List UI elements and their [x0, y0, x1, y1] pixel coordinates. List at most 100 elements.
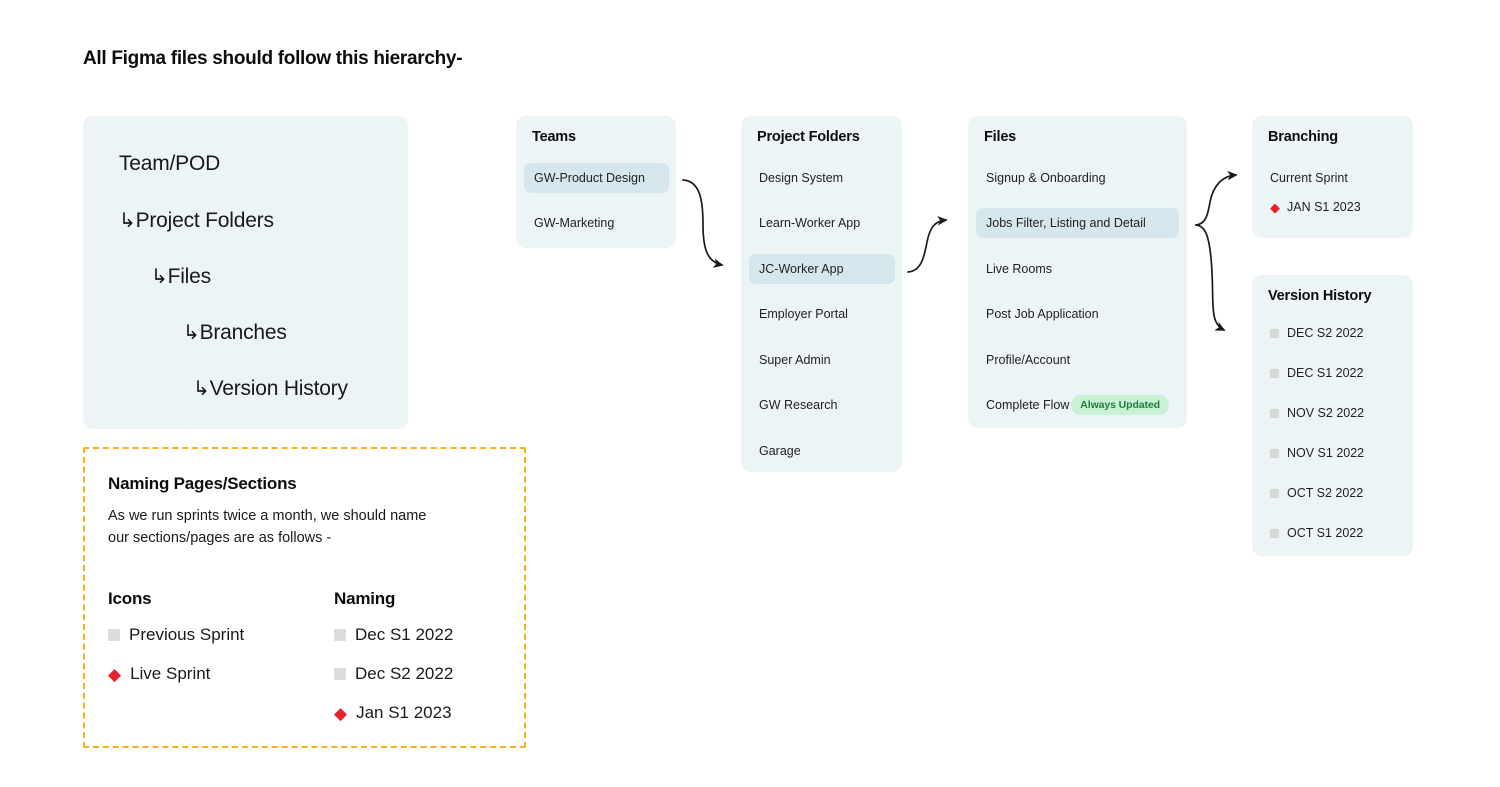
naming-example-label-0: Dec S1 2022 — [355, 625, 454, 644]
naming-example-label-1: Dec S2 2022 — [355, 664, 454, 683]
branching-item-label: Current Sprint — [1270, 171, 1348, 185]
teams-item-label: GW-Product Design — [534, 171, 645, 185]
files-card: Files Signup & Onboarding Jobs Filter, L… — [968, 116, 1187, 428]
gray-square-icon — [1270, 528, 1279, 538]
hierarchy-label-4: Version History — [209, 377, 348, 400]
project-folder-item-design-system[interactable]: Design System — [749, 163, 895, 193]
project-folder-item-garage[interactable]: Garage — [749, 436, 895, 466]
file-item-complete-flow[interactable]: Complete Flow Always Updated — [976, 390, 1179, 420]
version-history-item-5[interactable]: OCT S1 2022 — [1260, 518, 1406, 548]
version-history-card: Version History DEC S2 2022 DEC S1 2022 … — [1252, 275, 1413, 556]
hierarchy-panel: Team/POD ↳Project Folders ↳Files ↳Branch… — [83, 116, 408, 429]
hierarchy-item-1: ↳Project Folders — [119, 208, 274, 233]
naming-column-heading: Naming — [334, 589, 396, 608]
naming-example-row-2: ◆ Jan S1 2023 — [334, 703, 452, 723]
gray-square-icon — [334, 629, 346, 641]
version-history-item-label: DEC S2 2022 — [1287, 326, 1364, 340]
version-history-item-label: NOV S2 2022 — [1287, 406, 1365, 420]
version-history-item-label: NOV S1 2022 — [1287, 446, 1365, 460]
naming-description: As we run sprints twice a month, we shou… — [108, 508, 427, 546]
version-history-item-0[interactable]: DEC S2 2022 — [1260, 318, 1406, 348]
hierarchy-arrow-2: ↳ — [151, 266, 168, 288]
naming-example-label-2: Jan S1 2023 — [356, 703, 452, 722]
project-folders-card-title: Project Folders — [757, 129, 860, 145]
version-history-item-2[interactable]: NOV S2 2022 — [1260, 398, 1406, 428]
hierarchy-item-0: Team/POD — [119, 152, 220, 176]
hierarchy-item-2: ↳Files — [151, 264, 211, 289]
diagram-canvas: All Figma files should follow this hiera… — [0, 0, 1500, 787]
branching-item-jan-s1-2023[interactable]: ◆ JAN S1 2023 — [1260, 192, 1406, 222]
status-badge-always-updated: Always Updated — [1071, 395, 1169, 415]
hierarchy-item-3: ↳Branches — [183, 320, 287, 345]
file-item-label: Jobs Filter, Listing and Detail — [986, 216, 1146, 230]
teams-item-label: GW-Marketing — [534, 216, 615, 230]
hierarchy-arrow-3: ↳ — [183, 322, 200, 344]
gray-square-icon — [1270, 328, 1279, 338]
connector-files-to-branching — [1195, 170, 1238, 226]
teams-item-gw-marketing[interactable]: GW-Marketing — [524, 208, 669, 238]
project-folder-item-label: Super Admin — [759, 353, 831, 367]
version-history-item-label: OCT S1 2022 — [1287, 526, 1364, 540]
project-folder-item-learn-worker-app[interactable]: Learn-Worker App — [749, 208, 895, 238]
connector-files-to-version-history — [1195, 224, 1226, 331]
icons-column-heading: Icons — [108, 589, 152, 608]
project-folder-item-label: GW Research — [759, 398, 838, 412]
hierarchy-arrow-1: ↳ — [119, 210, 136, 232]
file-item-jobs-filter-listing-detail[interactable]: Jobs Filter, Listing and Detail — [976, 208, 1179, 238]
connector-teams-to-folders — [682, 179, 724, 268]
gray-square-icon — [1270, 368, 1279, 378]
icon-legend-row-0: Previous Sprint — [108, 625, 244, 645]
gray-square-icon — [1270, 448, 1279, 458]
project-folder-item-label: Garage — [759, 444, 801, 458]
file-item-post-job-application[interactable]: Post Job Application — [976, 299, 1179, 329]
file-item-live-rooms[interactable]: Live Rooms — [976, 254, 1179, 284]
file-item-label: Post Job Application — [986, 307, 1099, 321]
project-folder-item-label: JC-Worker App — [759, 262, 844, 276]
file-item-label: Signup & Onboarding — [986, 171, 1106, 185]
naming-example-row-0: Dec S1 2022 — [334, 625, 453, 645]
connector-folders-to-files — [907, 216, 948, 273]
hierarchy-label-2: Files — [167, 265, 212, 288]
version-history-item-label: OCT S2 2022 — [1287, 486, 1364, 500]
branching-card-title: Branching — [1268, 129, 1338, 145]
branching-card: Branching Current Sprint ◆ JAN S1 2023 — [1252, 116, 1413, 238]
branching-item-label: JAN S1 2023 — [1287, 200, 1361, 214]
icon-legend-label-0: Previous Sprint — [129, 625, 245, 644]
hierarchy-label-3: Branches — [199, 321, 287, 344]
project-folder-item-super-admin[interactable]: Super Admin — [749, 345, 895, 375]
file-item-signup-onboarding[interactable]: Signup & Onboarding — [976, 163, 1179, 193]
gray-square-icon — [1270, 488, 1279, 498]
project-folder-item-employer-portal[interactable]: Employer Portal — [749, 299, 895, 329]
version-history-item-1[interactable]: DEC S1 2022 — [1260, 358, 1406, 388]
project-folder-item-label: Employer Portal — [759, 307, 848, 321]
project-folders-card: Project Folders Design System Learn-Work… — [741, 116, 902, 472]
file-item-label: Live Rooms — [986, 262, 1052, 276]
hierarchy-item-4: ↳Version History — [193, 376, 348, 401]
teams-card-title: Teams — [532, 129, 576, 145]
project-folder-item-gw-research[interactable]: GW Research — [749, 390, 895, 420]
version-history-item-label: DEC S1 2022 — [1287, 366, 1364, 380]
project-folder-item-label: Design System — [759, 171, 844, 185]
red-diamond-icon: ◆ — [1270, 199, 1280, 215]
hierarchy-label-1: Project Folders — [135, 209, 274, 232]
hierarchy-arrow-4: ↳ — [193, 378, 210, 400]
project-folder-item-jc-worker-app[interactable]: JC-Worker App — [749, 254, 895, 284]
project-folder-item-label: Learn-Worker App — [759, 216, 861, 230]
teams-item-gw-product-design[interactable]: GW-Product Design — [524, 163, 669, 193]
naming-guide-box: Naming Pages/Sections As we run sprints … — [83, 447, 526, 748]
files-card-title: Files — [984, 129, 1017, 145]
branching-item-current-sprint[interactable]: Current Sprint — [1260, 163, 1406, 193]
gray-square-icon — [334, 668, 346, 680]
file-item-profile-account[interactable]: Profile/Account — [976, 345, 1179, 375]
file-item-label: Complete Flow — [986, 398, 1070, 412]
red-diamond-icon: ◆ — [334, 703, 348, 723]
version-history-item-4[interactable]: OCT S2 2022 — [1260, 478, 1406, 508]
gray-square-icon — [108, 629, 120, 641]
icon-legend-label-1: Live Sprint — [130, 664, 211, 683]
version-history-card-title: Version History — [1268, 288, 1372, 304]
gray-square-icon — [1270, 408, 1279, 418]
naming-example-row-1: Dec S2 2022 — [334, 664, 453, 684]
hierarchy-label-0: Team/POD — [119, 152, 221, 175]
red-diamond-icon: ◆ — [108, 664, 122, 684]
version-history-item-3[interactable]: NOV S1 2022 — [1260, 438, 1406, 468]
